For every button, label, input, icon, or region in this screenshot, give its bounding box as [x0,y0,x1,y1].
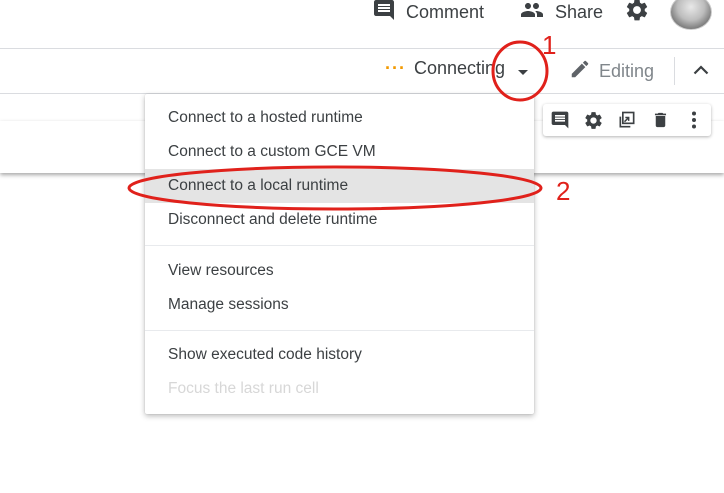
annotation-circle-1 [491,40,549,102]
annotation-ellipse-2 [127,165,543,211]
annotation-step-1: 1 [542,30,557,60]
annotation-step-2: 2 [556,176,571,206]
annotation-overlay [127,40,549,211]
